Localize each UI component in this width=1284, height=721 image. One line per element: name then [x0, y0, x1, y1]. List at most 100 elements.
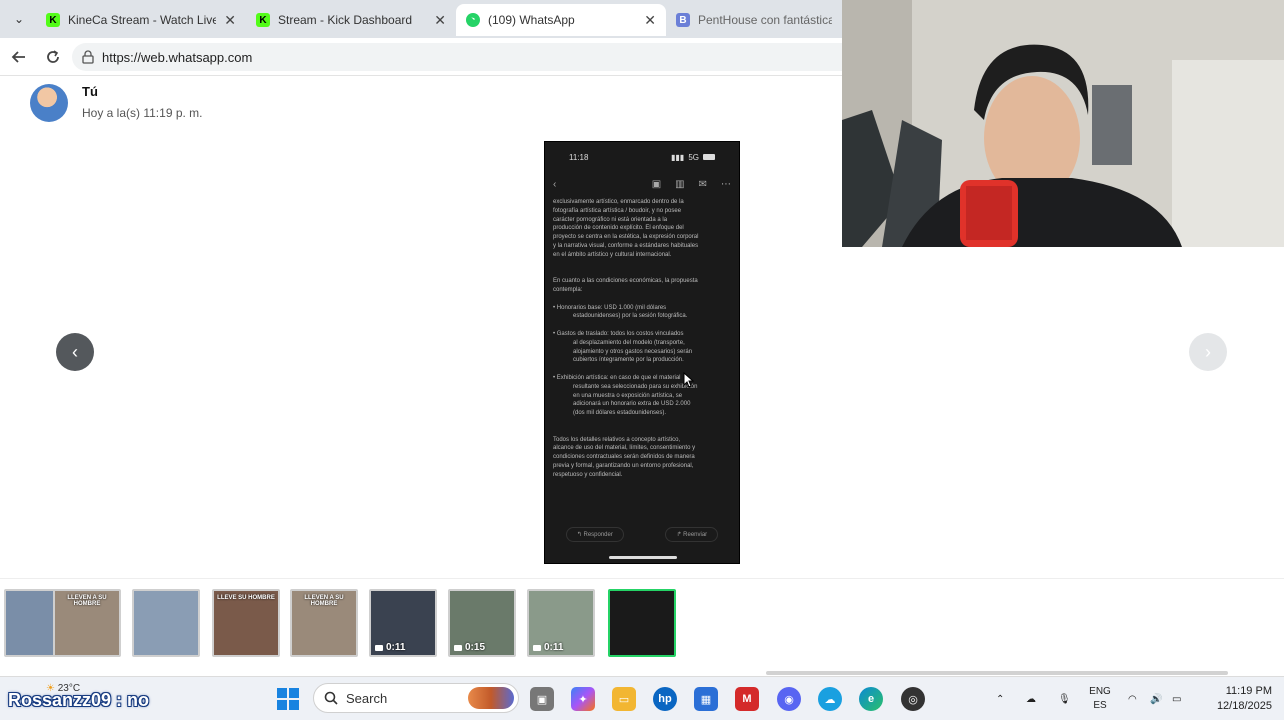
- email-line: • Exhibición artística: en caso de que e…: [553, 374, 681, 381]
- file-explorer-icon[interactable]: ▭: [612, 687, 636, 711]
- video-camera-icon: [375, 644, 383, 651]
- tab-title: PentHouse con fantástica vist: [698, 13, 832, 27]
- email-line: fotografía artística artística / boudoir…: [553, 207, 682, 214]
- close-tab-icon[interactable]: ✕: [434, 12, 446, 29]
- media-thumbnail-strip: LLEVEN A SU HOMBRE LLEVE SU HOMBRE LLEVEN …: [0, 578, 1284, 676]
- edge-icon[interactable]: e: [859, 687, 883, 711]
- sender-name: Tú: [82, 84, 98, 99]
- tab-list-chevron-icon[interactable]: ⌄: [6, 7, 32, 31]
- discord-icon[interactable]: ◉: [777, 687, 801, 711]
- email-line: contempla:: [553, 286, 583, 293]
- mcafee-icon[interactable]: M: [735, 687, 759, 711]
- thumbnail-scrollbar[interactable]: [766, 671, 1228, 675]
- whatsapp-icon: [466, 13, 480, 27]
- email-body: exclusivamente artístico, enmarcado dent…: [553, 198, 733, 480]
- mail-icon: ✉: [698, 178, 707, 190]
- language-indicator[interactable]: ENG ES: [1086, 685, 1114, 713]
- email-line: adicionará un honorario extra de USD 2.0…: [573, 401, 691, 408]
- weather-app-icon[interactable]: ☁: [818, 687, 842, 711]
- email-line: proyecto se centra en la estética, la ex…: [553, 234, 699, 241]
- email-line: y la narrativa visual, conforme a estánd…: [553, 242, 699, 249]
- more-icon: ⋯: [721, 178, 731, 190]
- start-button-icon[interactable]: [277, 688, 299, 710]
- thumbnail-caption: LLEVE SU HOMBRE: [217, 595, 275, 601]
- trash-icon: ▥: [675, 178, 685, 190]
- phone-mail-toolbar: ‹ ▣ ▥ ✉ ⋯: [545, 172, 739, 196]
- media-thumbnail[interactable]: 0:11: [527, 589, 595, 657]
- email-line: estadounidenses) por la sesión fotográfi…: [573, 313, 688, 320]
- duration-text: 0:11: [544, 642, 564, 653]
- media-thumbnail[interactable]: LLEVEN A SU HOMBRE: [290, 589, 358, 657]
- kick-icon: K: [256, 13, 270, 27]
- email-line: condiciones contractuales serán definido…: [553, 454, 695, 461]
- email-line: en una muestra o exposición artística, s…: [573, 392, 683, 399]
- tab-kineca-stream[interactable]: K KineCa Stream - Watch Live on ✕: [36, 4, 246, 36]
- tab-title: KineCa Stream - Watch Live on: [68, 13, 217, 27]
- email-line: exclusivamente artístico, enmarcado dent…: [553, 199, 684, 205]
- network-label: 5G: [688, 152, 699, 162]
- duration-text: 0:15: [465, 642, 486, 653]
- email-line: • Honorarios base: USD 1.000 (mil dólare…: [553, 304, 667, 311]
- site-info-icon[interactable]: [82, 50, 94, 64]
- tab-kick-dashboard[interactable]: K Stream - Kick Dashboard ✕: [246, 4, 456, 36]
- email-line: alojamiento y otros gastos necesarios) s…: [573, 348, 693, 355]
- thumbnail-caption: LLEVEN A SU HOMBRE: [304, 595, 344, 607]
- video-duration: 0:11: [375, 642, 405, 653]
- close-tab-icon[interactable]: ✕: [224, 12, 236, 29]
- media-thumbnail[interactable]: LLEVE SU HOMBRE: [212, 589, 280, 657]
- reply-button: ↰ Responder: [565, 526, 624, 542]
- taskbar-search[interactable]: Search: [313, 683, 519, 713]
- back-arrow-icon[interactable]: [8, 46, 30, 68]
- language-layout: ES: [1093, 700, 1107, 711]
- email-line: respetuoso y confidencial.: [553, 471, 623, 478]
- tab-title: (109) WhatsApp: [488, 13, 575, 27]
- clock-date: 12/18/2025: [1216, 700, 1272, 712]
- email-line: resultante sea seleccionado para su exhi…: [573, 383, 698, 390]
- url-input[interactable]: https://web.whatsapp.com: [72, 43, 862, 71]
- phone-time: 11:18: [569, 152, 589, 162]
- system-clock[interactable]: 11:19 PM 12/18/2025: [1198, 684, 1272, 714]
- media-thumbnail[interactable]: [132, 589, 200, 657]
- media-thumbnail[interactable]: LLEVEN A SU HOMBRE: [53, 589, 121, 657]
- duration-text: 0:11: [386, 642, 406, 653]
- show-hidden-icons-icon[interactable]: ⌃: [996, 677, 1004, 721]
- store-icon[interactable]: ▦: [694, 687, 718, 711]
- hp-icon[interactable]: hp: [653, 687, 677, 711]
- wifi-icon[interactable]: ◠: [1128, 677, 1137, 721]
- media-image[interactable]: 11:18 ▮▮▮ 5G ‹ ▣ ▥ ✉ ⋯ exclusivamente ar…: [544, 141, 740, 564]
- language-code: ENG: [1089, 686, 1111, 697]
- streamer-webcam-image: [842, 0, 1284, 247]
- media-thumbnail[interactable]: [608, 589, 676, 657]
- next-media-button[interactable]: ›: [1189, 333, 1227, 371]
- video-duration: 0:11: [533, 642, 563, 653]
- windows-taskbar: ☀ 23°C Rossanzz09 : no Search ▣ ✦ ▭ hp ▦…: [0, 676, 1284, 720]
- media-thumbnail[interactable]: 0:11: [369, 589, 437, 657]
- email-line: En cuanto a las condiciones económicas, …: [553, 278, 698, 285]
- tab-penthouse[interactable]: B PentHouse con fantástica vist: [666, 4, 842, 36]
- copilot-icon[interactable]: ✦: [571, 687, 595, 711]
- battery-charging-icon[interactable]: ▭: [1172, 677, 1181, 721]
- close-tab-icon[interactable]: ✕: [644, 12, 656, 29]
- task-view-icon[interactable]: ▣: [530, 687, 554, 711]
- previous-media-button[interactable]: ‹: [56, 333, 94, 371]
- forward-button: ↱ Reenviar: [665, 526, 719, 542]
- url-text: https://web.whatsapp.com: [102, 49, 253, 65]
- media-thumbnail[interactable]: 0:15: [448, 589, 516, 657]
- obs-icon[interactable]: ◎: [901, 687, 925, 711]
- email-line-gap: [553, 427, 733, 436]
- microphone-icon[interactable]: 🎙: [1058, 677, 1071, 721]
- email-line-gap: [553, 418, 733, 427]
- onedrive-icon[interactable]: ☁: [1026, 677, 1036, 721]
- email-line-gap: [553, 365, 733, 374]
- kick-icon: K: [46, 13, 60, 27]
- avatar[interactable]: [30, 84, 68, 122]
- volume-icon[interactable]: 🔊: [1150, 677, 1162, 721]
- video-duration: 0:15: [454, 642, 485, 653]
- video-camera-icon: [533, 644, 541, 651]
- email-line: alcance de uso del material, límites, co…: [553, 445, 696, 452]
- reload-icon[interactable]: [42, 46, 64, 68]
- tab-title: Stream - Kick Dashboard: [278, 13, 413, 27]
- back-chevron-icon: ‹: [553, 178, 557, 190]
- signal-icon: ▮▮▮: [671, 152, 685, 162]
- tab-whatsapp[interactable]: (109) WhatsApp ✕: [456, 4, 666, 36]
